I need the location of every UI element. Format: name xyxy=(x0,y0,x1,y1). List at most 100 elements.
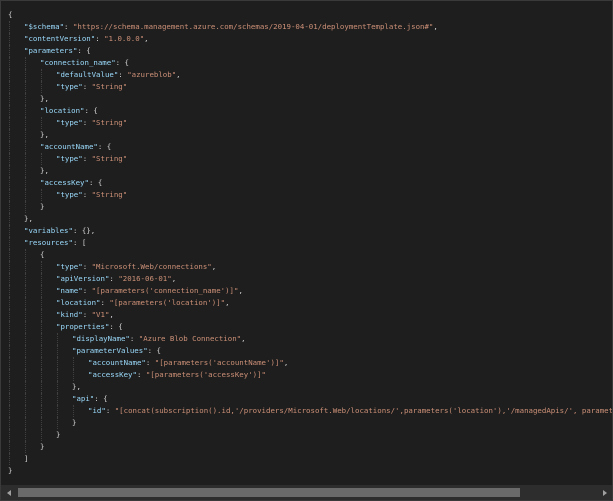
indent-guide xyxy=(25,369,26,381)
indent-guide xyxy=(41,189,42,201)
indent-guide xyxy=(9,33,10,45)
indent-guide xyxy=(9,21,10,33)
indent-guide xyxy=(25,153,26,165)
indent-guide xyxy=(25,93,26,105)
indent-guide xyxy=(9,213,10,225)
indent-guide xyxy=(57,369,58,381)
scroll-right-button[interactable] xyxy=(597,485,612,500)
indent-guide xyxy=(41,81,42,93)
json-punctuation: : xyxy=(82,310,92,319)
code-line: "$schema": "https://schema.management.az… xyxy=(8,21,612,33)
arrow-right-icon xyxy=(602,489,607,496)
indent-guide xyxy=(41,273,42,285)
json-string: "Microsoft.Web/connections" xyxy=(91,262,212,271)
json-code-viewer[interactable]: { "$schema": "https://schema.management.a… xyxy=(0,0,613,501)
indent-guide xyxy=(9,201,10,213)
json-string: "String" xyxy=(91,82,128,91)
indent-guide xyxy=(57,345,58,357)
indent-guide xyxy=(9,141,10,153)
json-key: "resources" xyxy=(24,238,73,247)
json-string: "[concat(subscription().id,'/providers/M… xyxy=(114,406,612,415)
code-line: "parameters": { xyxy=(8,45,612,57)
indent-guide xyxy=(25,105,26,117)
json-punctuation: : xyxy=(82,286,92,295)
json-key: "accessKey" xyxy=(40,178,89,187)
code-line: } xyxy=(8,417,612,429)
json-punctuation: , xyxy=(433,22,438,31)
code-line: } xyxy=(8,465,612,477)
indent-guide xyxy=(25,381,26,393)
code-line: { xyxy=(8,249,612,261)
json-punctuation: : xyxy=(136,370,146,379)
json-key: "contentVersion" xyxy=(24,34,96,43)
scrollbar-thumb[interactable] xyxy=(18,488,520,497)
indent-guide xyxy=(9,93,10,105)
indent-guide xyxy=(41,117,42,129)
json-punctuation: : xyxy=(82,262,92,271)
json-string: "V1" xyxy=(91,310,110,319)
code-line: } xyxy=(8,201,612,213)
json-string: "[parameters('location')]" xyxy=(109,298,226,307)
code-line: "type": "Microsoft.Web/connections", xyxy=(8,261,612,273)
code-line: "accountName": { xyxy=(8,141,612,153)
json-punctuation: : {}, xyxy=(72,226,96,235)
code-line: "location": "[parameters('location')]", xyxy=(8,297,612,309)
indent-guide xyxy=(41,153,42,165)
json-punctuation: } xyxy=(40,442,45,451)
json-key: "kind" xyxy=(56,310,83,319)
indent-guide xyxy=(41,393,42,405)
json-key: "id" xyxy=(88,406,106,415)
code-line: "displayName": "Azure Blob Connection", xyxy=(8,333,612,345)
json-punctuation: }, xyxy=(40,130,49,139)
json-punctuation: } xyxy=(40,202,45,211)
json-punctuation: : xyxy=(118,70,128,79)
code-line: "type": "String" xyxy=(8,189,612,201)
json-string: "String" xyxy=(91,118,128,127)
json-string: "[parameters('connection_name')]" xyxy=(91,286,239,295)
json-punctuation: , xyxy=(109,310,114,319)
indent-guide xyxy=(57,357,58,369)
json-key: "api" xyxy=(72,394,95,403)
indent-guide xyxy=(41,261,42,273)
code-line: "variables": {}, xyxy=(8,225,612,237)
json-string: "Azure Blob Connection" xyxy=(138,334,242,343)
json-punctuation: , xyxy=(283,358,289,367)
code-line: "type": "String" xyxy=(8,153,612,165)
json-punctuation: }, xyxy=(24,214,33,223)
indent-guide xyxy=(25,273,26,285)
indent-guide xyxy=(25,177,26,189)
json-key: "type" xyxy=(56,118,83,127)
code-line: "resources": [ xyxy=(8,237,612,249)
indent-guide xyxy=(25,81,26,93)
indent-guide xyxy=(25,165,26,177)
scroll-left-button[interactable] xyxy=(1,485,16,500)
json-punctuation: : { xyxy=(77,46,91,55)
code-line: "properties": { xyxy=(8,321,612,333)
json-punctuation: , xyxy=(238,286,243,295)
indent-guide xyxy=(41,429,42,441)
indent-guide xyxy=(41,333,42,345)
json-punctuation: : { xyxy=(97,142,112,151)
code-area[interactable]: { "$schema": "https://schema.management.a… xyxy=(1,1,612,485)
json-key: "parameters" xyxy=(24,46,78,55)
indent-guide xyxy=(25,249,26,261)
json-string: "https://schema.management.azure.com/sch… xyxy=(72,22,434,31)
indent-guide xyxy=(9,441,10,453)
indent-guide xyxy=(57,405,58,417)
json-key: "type" xyxy=(56,154,83,163)
json-key: "type" xyxy=(56,82,83,91)
indent-guide xyxy=(41,309,42,321)
json-punctuation: : xyxy=(82,118,92,127)
indent-guide xyxy=(25,393,26,405)
indent-guide xyxy=(25,297,26,309)
indent-guide xyxy=(25,189,26,201)
json-punctuation: : xyxy=(105,406,115,415)
horizontal-scrollbar[interactable] xyxy=(1,485,612,500)
indent-guide xyxy=(9,105,10,117)
indent-guide xyxy=(9,189,10,201)
indent-guide xyxy=(41,381,42,393)
indent-guide xyxy=(9,129,10,141)
indent-guide xyxy=(25,261,26,273)
indent-guide xyxy=(25,357,26,369)
code-line: } xyxy=(8,429,612,441)
